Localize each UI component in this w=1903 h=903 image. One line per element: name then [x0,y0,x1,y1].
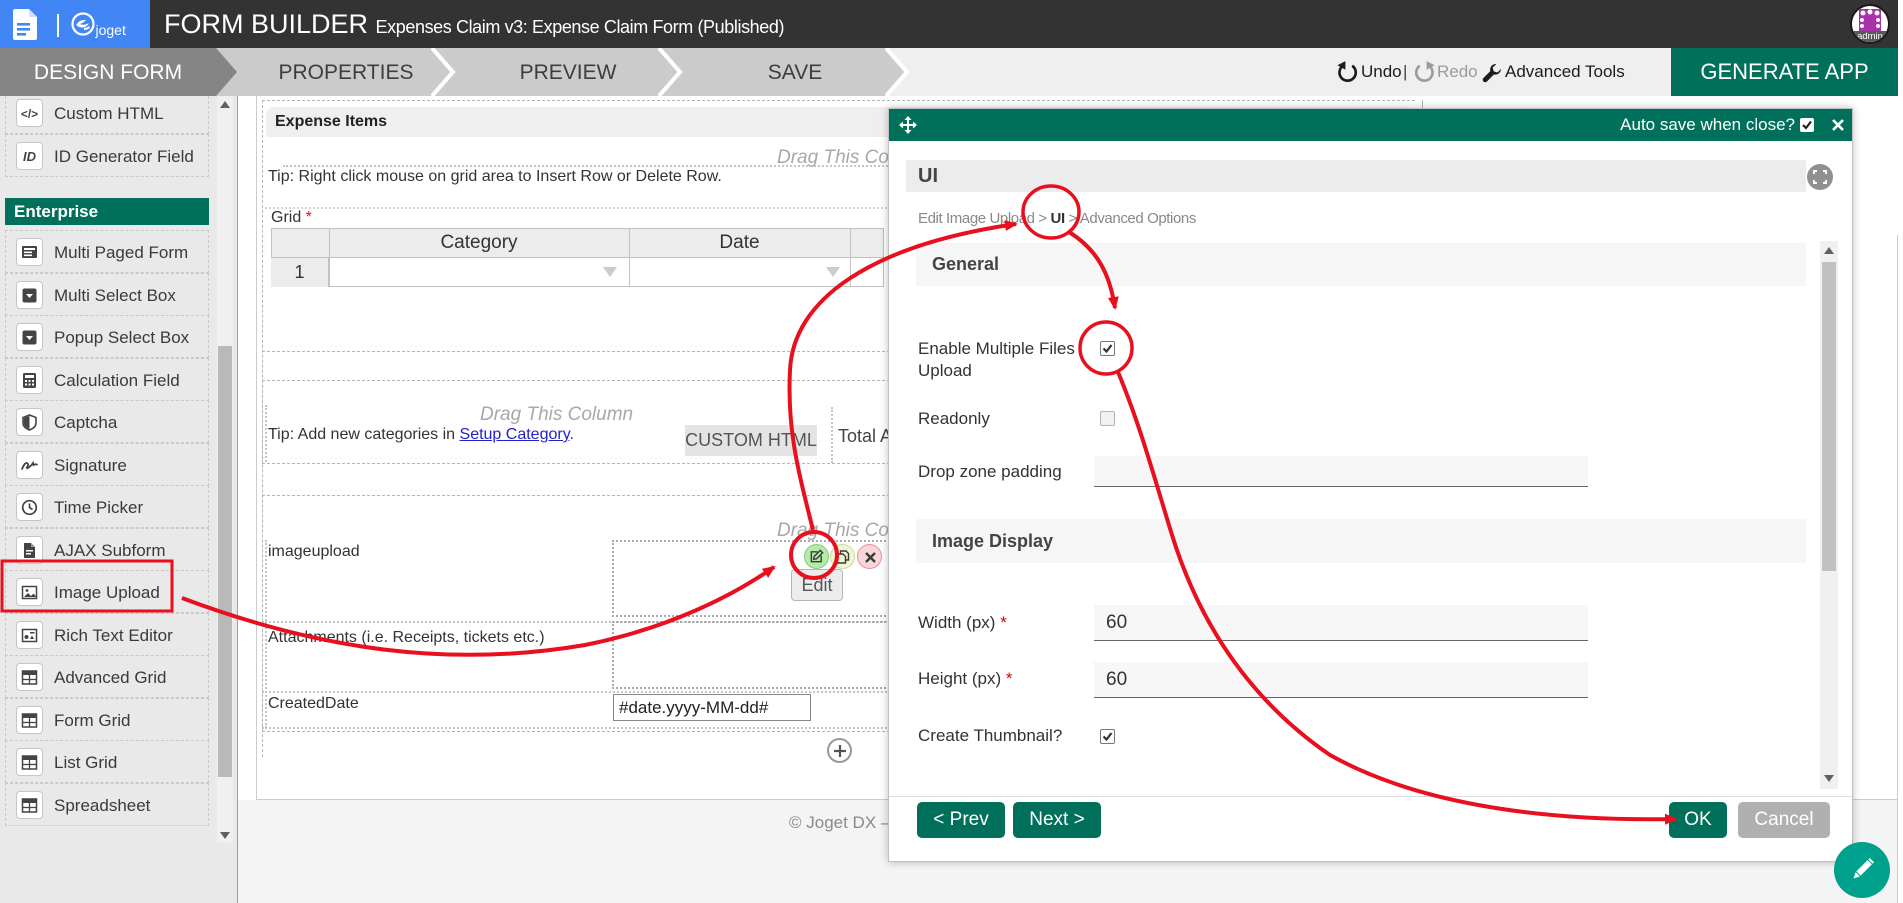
svg-text:PROPERTIES: PROPERTIES [279,61,414,84]
svg-text:joget: joget [95,22,126,38]
svg-text:admin: admin [1857,31,1883,42]
svg-text:SAVE: SAVE [768,61,822,84]
svg-text:DESIGN FORM: DESIGN FORM [34,61,182,84]
svg-text:PREVIEW: PREVIEW [520,61,617,84]
